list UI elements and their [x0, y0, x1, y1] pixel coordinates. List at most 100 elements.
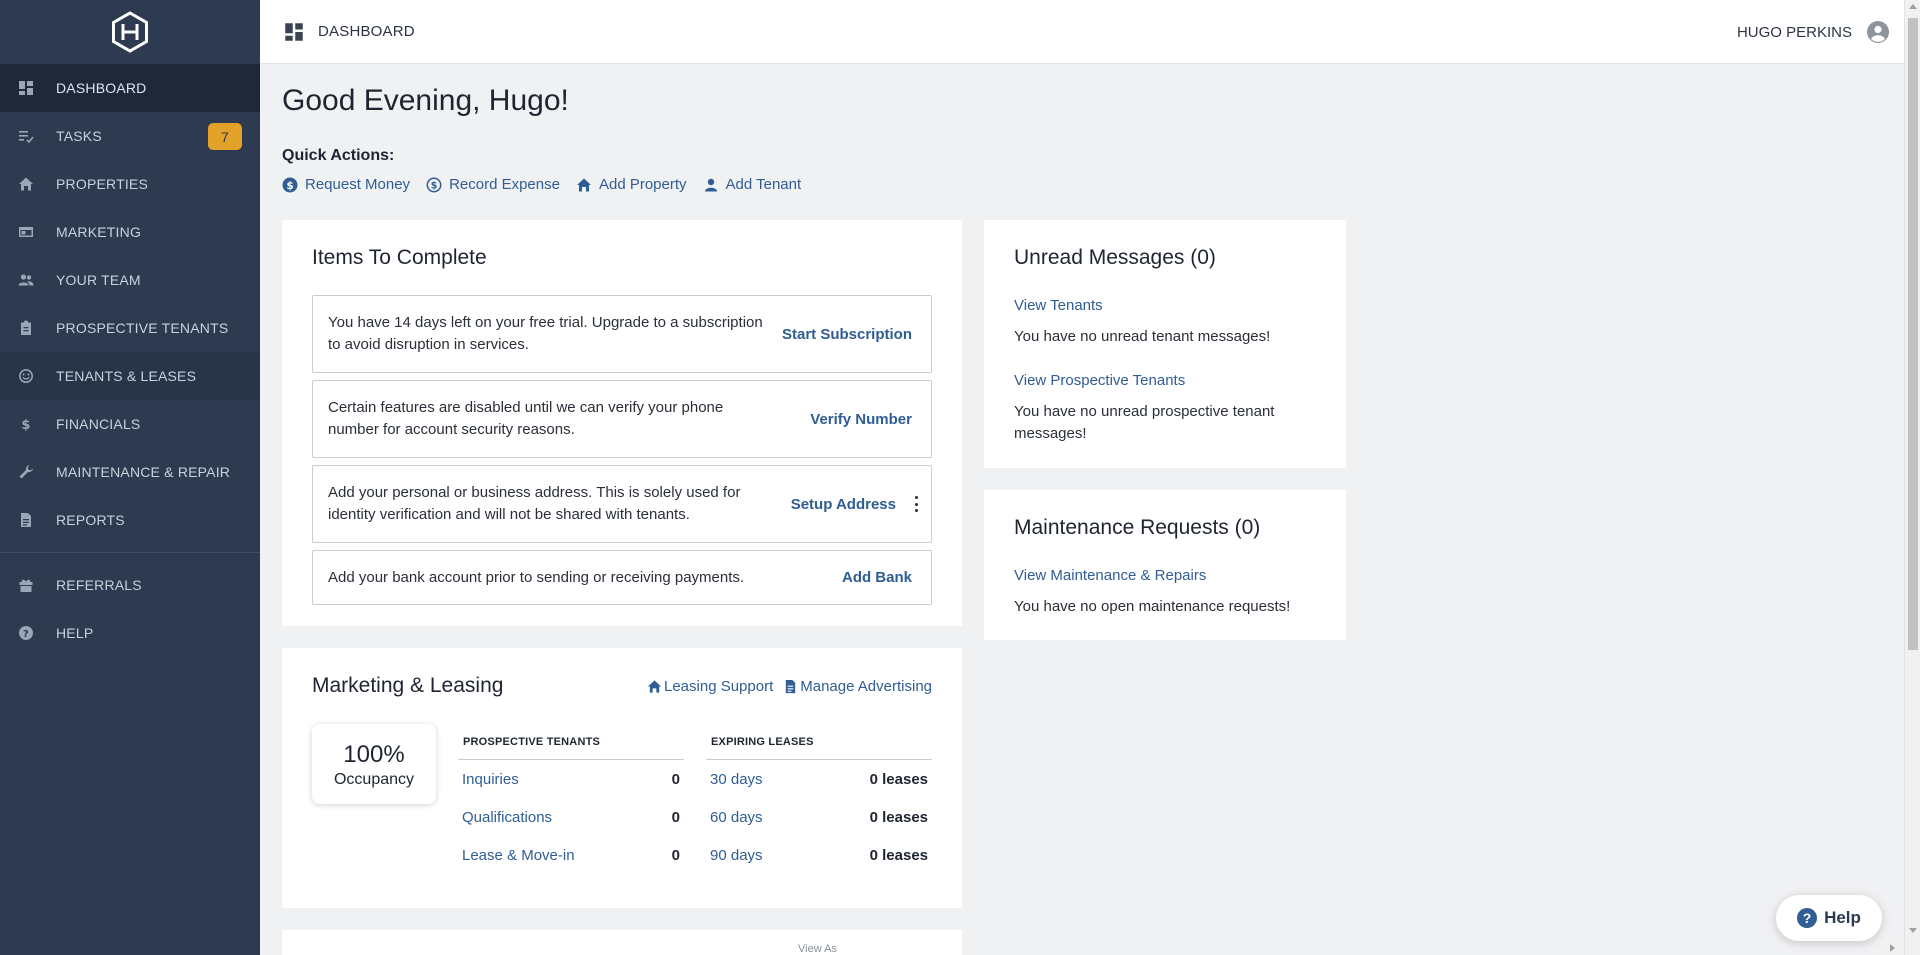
- sidebar-item-help[interactable]: ? HELP: [0, 609, 260, 657]
- sidebar-item-prospective-tenants[interactable]: PROSPECTIVE TENANTS: [0, 304, 260, 352]
- row-value: 0 leases: [869, 808, 928, 826]
- wrench-icon: [18, 464, 34, 480]
- scroll-right-arrow-icon[interactable]: [1890, 944, 1895, 952]
- occupancy-tile: 100% Occupancy: [312, 724, 436, 804]
- request-money-link[interactable]: $ Request Money: [282, 176, 410, 193]
- items-to-complete-card: Items To Complete You have 14 days left …: [282, 220, 962, 626]
- quick-actions-label: Quick Actions:: [282, 147, 395, 164]
- sidebar-item-marketing[interactable]: MARKETING: [0, 208, 260, 256]
- sidebar-item-reports[interactable]: REPORTS: [0, 496, 260, 544]
- add-property-link[interactable]: Add Property: [576, 176, 687, 193]
- row-value: 0: [671, 770, 680, 788]
- table-row: Inquiries 0: [458, 760, 684, 798]
- table-row: Lease & Move-in 0: [458, 836, 684, 874]
- sidebar-item-label: REPORTS: [56, 512, 125, 528]
- add-bank-button[interactable]: Add Bank: [842, 569, 912, 586]
- sidebar-item-label: YOUR TEAM: [56, 272, 141, 288]
- unread-messages-card: Unread Messages (0) View Tenants You hav…: [984, 220, 1346, 468]
- task-item: You have 14 days left on your free trial…: [312, 295, 932, 373]
- sidebar-item-label: HELP: [56, 625, 94, 641]
- marketing-links: Leasing Support Manage Advertising: [637, 678, 932, 695]
- dollar-circle-icon: $: [282, 177, 298, 192]
- task-text: Add your bank account prior to sending o…: [328, 568, 745, 586]
- gift-icon: [18, 577, 34, 593]
- more-options-icon[interactable]: [915, 496, 919, 512]
- greeting-heading: Good Evening, Hugo!: [282, 84, 569, 117]
- manage-advertising-link[interactable]: Manage Advertising: [783, 678, 932, 695]
- expiring-90-days-link[interactable]: 90 days: [710, 847, 763, 864]
- no-maintenance-requests-text: You have no open maintenance requests!: [1014, 598, 1291, 615]
- help-circle-icon: ?: [1797, 908, 1818, 928]
- row-value: 0 leases: [869, 770, 928, 788]
- record-expense-link[interactable]: $ Record Expense: [426, 176, 560, 193]
- sidebar-item-your-team[interactable]: YOUR TEAM: [0, 256, 260, 304]
- sidebar-item-maintenance-repair[interactable]: MAINTENANCE & REPAIR: [0, 448, 260, 496]
- logo-icon: [112, 11, 148, 53]
- sidebar-item-tasks[interactable]: TASKS 7: [0, 112, 260, 160]
- start-subscription-button[interactable]: Start Subscription: [782, 326, 912, 343]
- table-row: 60 days 0 leases: [706, 798, 932, 836]
- smiley-icon: [18, 368, 34, 384]
- expiring-30-days-link[interactable]: 30 days: [710, 771, 763, 788]
- svg-text:?: ?: [23, 629, 29, 640]
- qualifications-link[interactable]: Qualifications: [462, 809, 552, 826]
- dashboard-icon: [285, 22, 303, 41]
- svg-text:$: $: [431, 180, 438, 191]
- help-widget-button[interactable]: ? Help: [1776, 895, 1882, 941]
- vertical-scrollbar[interactable]: [1904, 0, 1920, 955]
- page-header: DASHBOARD: [284, 22, 415, 42]
- task-item: Add your personal or business address. T…: [312, 465, 932, 543]
- expiring-60-days-link[interactable]: 60 days: [710, 809, 763, 826]
- scroll-up-arrow-icon[interactable]: [1909, 4, 1917, 9]
- card-title: Marketing & Leasing: [312, 674, 504, 697]
- row-value: 0: [671, 808, 680, 826]
- person-icon: [704, 178, 717, 191]
- user-menu[interactable]: HUGO PERKINS: [1737, 0, 1890, 64]
- occupancy-label: Occupancy: [333, 771, 415, 788]
- column-header: EXPIRING LEASES: [706, 736, 932, 760]
- sidebar-item-label: TASKS: [56, 128, 102, 144]
- sidebar-item-referrals[interactable]: REFERRALS: [0, 561, 260, 609]
- sidebar-item-tenants-leases[interactable]: TENANTS & LEASES: [0, 352, 260, 400]
- app-logo[interactable]: [0, 0, 260, 64]
- svg-text:$: $: [21, 418, 30, 432]
- sidebar-item-label: MARKETING: [56, 224, 142, 240]
- billboard-icon: [18, 224, 34, 240]
- help-circle-icon: ?: [18, 625, 34, 641]
- sidebar-item-financials[interactable]: $ FINANCIALS: [0, 400, 260, 448]
- people-icon: [18, 272, 34, 288]
- no-prospective-messages-text: You have no unread prospective tenant me…: [1014, 403, 1275, 442]
- sidebar-item-dashboard[interactable]: DASHBOARD: [0, 64, 260, 112]
- sidebar-item-label: PROSPECTIVE TENANTS: [56, 320, 229, 336]
- horizontal-scroll-arrow[interactable]: [1884, 941, 1904, 955]
- quick-actions: $ Request Money $ Record Expense Add Pro…: [282, 176, 817, 193]
- prospective-tenants-table: PROSPECTIVE TENANTS Inquiries 0 Qualific…: [458, 736, 684, 874]
- sidebar-item-properties[interactable]: PROPERTIES: [0, 160, 260, 208]
- sidebar-item-label: MAINTENANCE & REPAIR: [56, 464, 231, 480]
- svg-text:$: $: [286, 180, 293, 192]
- document-icon: [786, 679, 796, 694]
- task-text: Certain features are disabled until we c…: [328, 399, 724, 438]
- sidebar-item-label: PROPERTIES: [56, 176, 148, 192]
- sidebar-item-label: TENANTS & LEASES: [56, 368, 197, 384]
- add-tenant-link[interactable]: Add Tenant: [703, 176, 801, 193]
- card-title: Maintenance Requests (0): [1014, 516, 1261, 539]
- lease-move-in-link[interactable]: Lease & Move-in: [462, 847, 575, 864]
- view-prospective-tenants-link[interactable]: View Prospective Tenants: [1014, 372, 1185, 389]
- column-header: PROSPECTIVE TENANTS: [458, 736, 684, 760]
- inquiries-link[interactable]: Inquiries: [462, 771, 519, 788]
- verify-number-button[interactable]: Verify Number: [810, 411, 912, 428]
- scroll-down-arrow-icon[interactable]: [1909, 928, 1917, 933]
- home-icon: [576, 178, 591, 191]
- leasing-support-link[interactable]: Leasing Support: [647, 678, 773, 695]
- task-text: Add your personal or business address. T…: [328, 484, 741, 523]
- view-tenants-link[interactable]: View Tenants: [1014, 297, 1103, 314]
- setup-address-button[interactable]: Setup Address: [791, 496, 896, 513]
- view-maintenance-link[interactable]: View Maintenance & Repairs: [1014, 567, 1206, 584]
- row-value: 0 leases: [869, 846, 928, 864]
- maintenance-requests-card: Maintenance Requests (0) View Maintenanc…: [984, 490, 1346, 640]
- scrollbar-thumb[interactable]: [1908, 18, 1918, 650]
- row-value: 0: [671, 846, 680, 864]
- home-icon: [18, 176, 34, 192]
- table-row: 90 days 0 leases: [706, 836, 932, 874]
